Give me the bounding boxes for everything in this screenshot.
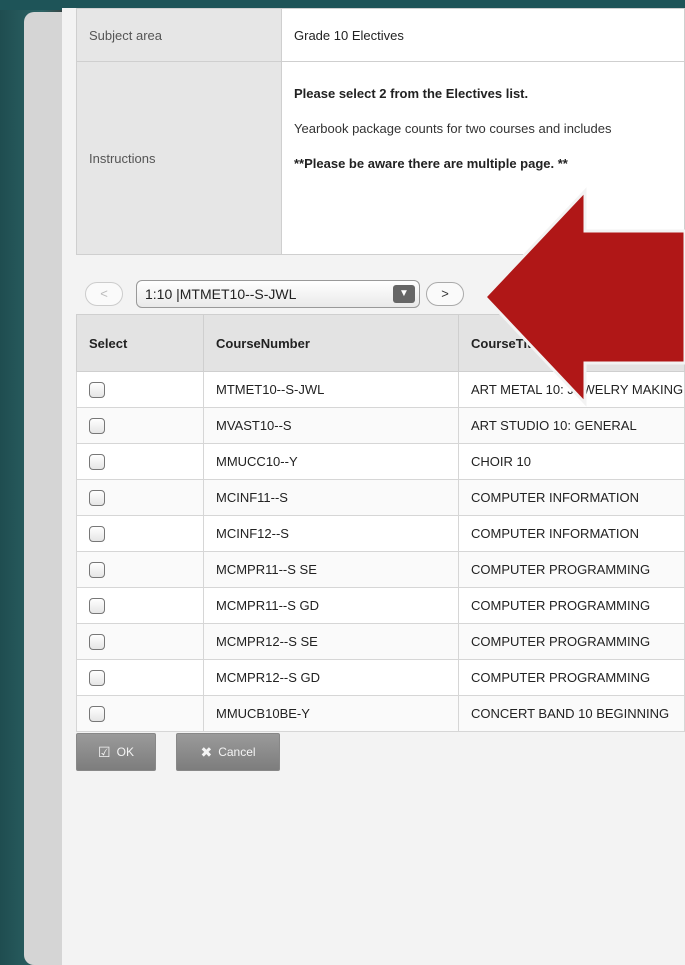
red-arrow-left-icon	[482, 187, 685, 407]
subject-value: Grade 10 Electives	[281, 8, 685, 62]
select-checkbox[interactable]	[89, 597, 105, 614]
course-number: MCMPR12--S GD	[203, 659, 459, 696]
course-title: COMPUTER PROGRAMMING	[458, 551, 685, 588]
course-number: MCMPR12--S SE	[203, 623, 459, 660]
select-checkbox[interactable]	[89, 669, 105, 686]
pager: < 1:10 |MTMET10--S-JWL ▼ >	[82, 278, 522, 308]
select-checkbox[interactable]	[89, 633, 105, 650]
page-select-value: 1:10 |MTMET10--S-JWL	[145, 286, 297, 302]
course-title: COMPUTER INFORMATION	[458, 479, 685, 516]
table-row: MVAST10--S ART STUDIO 10: GENERAL	[76, 407, 685, 444]
course-title: ART STUDIO 10: GENERAL	[458, 407, 685, 444]
table-row: MMUCC10--Y CHOIR 10	[76, 443, 685, 480]
select-checkbox[interactable]	[89, 381, 105, 398]
course-title: COMPUTER PROGRAMMING	[458, 623, 685, 660]
instructions-label: Instructions	[76, 61, 282, 255]
ok-button[interactable]: ☑ OK	[76, 733, 156, 771]
table-row: MCMPR12--S GD COMPUTER PROGRAMMING	[76, 659, 685, 696]
course-title: COMPUTER PROGRAMMING	[458, 587, 685, 624]
next-page-button[interactable]: >	[426, 282, 464, 306]
course-title: CONCERT BAND 10 BEGINNING	[458, 695, 685, 732]
course-number: MCMPR11--S GD	[203, 587, 459, 624]
course-number: MCMPR11--S SE	[203, 551, 459, 588]
course-selection-dialog: Subject area Grade 10 Electives Instruct…	[62, 8, 685, 965]
course-number: MCINF12--S	[203, 515, 459, 552]
select-checkbox[interactable]	[89, 705, 105, 722]
cancel-label: Cancel	[218, 745, 256, 759]
course-title: COMPUTER INFORMATION	[458, 515, 685, 552]
table-row: MCINF11--S COMPUTER INFORMATION	[76, 479, 685, 516]
table-row: MCINF12--S COMPUTER INFORMATION	[76, 515, 685, 552]
x-icon: ✖	[200, 743, 213, 760]
table-row: MCMPR11--S GD COMPUTER PROGRAMMING	[76, 587, 685, 624]
course-number: MMUCC10--Y	[203, 443, 459, 480]
subject-row: Subject area Grade 10 Electives	[76, 8, 685, 62]
table-row: MCMPR12--S SE COMPUTER PROGRAMMING	[76, 623, 685, 660]
ok-label: OK	[116, 745, 134, 759]
select-checkbox[interactable]	[89, 453, 105, 470]
course-number: MVAST10--S	[203, 407, 459, 444]
subject-label: Subject area	[76, 8, 282, 62]
select-checkbox[interactable]	[89, 525, 105, 542]
course-title: CHOIR 10	[458, 443, 685, 480]
cancel-button[interactable]: ✖ Cancel	[176, 733, 280, 771]
select-checkbox[interactable]	[89, 489, 105, 506]
instruction-line-2: Yearbook package counts for two courses …	[294, 121, 612, 136]
course-title: COMPUTER PROGRAMMING	[458, 659, 685, 696]
check-square-icon: ☑	[98, 743, 111, 760]
table-row: MCMPR11--S SE COMPUTER PROGRAMMING	[76, 551, 685, 588]
instruction-line-3: **Please be aware there are multiple pag…	[294, 156, 568, 171]
page-select[interactable]: 1:10 |MTMET10--S-JWL ▼	[136, 280, 420, 308]
select-checkbox[interactable]	[89, 561, 105, 578]
header-select[interactable]: Select	[76, 314, 204, 372]
select-checkbox[interactable]	[89, 417, 105, 434]
course-number: MMUCB10BE-Y	[203, 695, 459, 732]
course-number: MCINF11--S	[203, 479, 459, 516]
instruction-line-1: Please select 2 from the Electives list.	[294, 86, 529, 101]
prev-page-button[interactable]: <	[85, 282, 123, 306]
header-course-number[interactable]: CourseNumber	[203, 314, 459, 372]
course-number: MTMET10--S-JWL	[203, 371, 459, 408]
chevron-down-icon: ▼	[393, 285, 415, 303]
table-row: MMUCB10BE-Y CONCERT BAND 10 BEGINNING	[76, 695, 685, 732]
